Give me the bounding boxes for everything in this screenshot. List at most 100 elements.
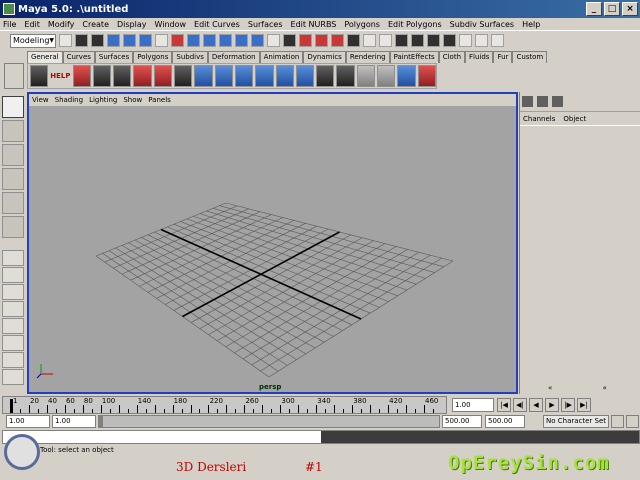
playback-start-field[interactable]: 1.00 (52, 415, 96, 428)
toggle-tool-settings-icon[interactable] (475, 34, 488, 47)
snap-grid-icon[interactable] (283, 34, 296, 47)
dynamics-icon[interactable] (251, 34, 264, 47)
shelf-tab-polygons[interactable]: Polygons (133, 51, 173, 63)
modeling-toolkit-icon[interactable] (30, 65, 49, 87)
shelf-tab-surfaces[interactable]: Surfaces (94, 51, 134, 63)
step-forward-key-button[interactable]: |▶ (561, 398, 575, 412)
handle-icon[interactable] (171, 34, 184, 47)
auto-key-icon[interactable] (611, 415, 624, 428)
single-perspective-layout-icon[interactable] (2, 250, 24, 266)
go-to-end-button[interactable]: ▶| (577, 398, 591, 412)
shelf-tab-fur[interactable]: Fur (493, 51, 513, 63)
select-tool-icon[interactable] (2, 96, 24, 118)
curve-icon[interactable] (203, 34, 216, 47)
make-live-icon[interactable] (347, 34, 360, 47)
lattice-icon[interactable] (356, 65, 375, 87)
menu-create[interactable]: Create (82, 20, 109, 29)
render-view-icon[interactable] (316, 65, 335, 87)
menu-help[interactable]: Help (522, 20, 540, 29)
shelf-tab-dynamics[interactable]: Dynamics (303, 51, 346, 63)
step-back-key-button[interactable]: ◀| (513, 398, 527, 412)
play-forward-button[interactable]: ▶ (545, 398, 559, 412)
shelf-tab-general[interactable]: General (27, 51, 63, 63)
shelf-tab-painteffects[interactable]: PaintEffects (389, 51, 439, 63)
persp-graph-layout-icon[interactable] (2, 301, 24, 317)
select-component-icon[interactable] (139, 34, 152, 47)
revolve-icon[interactable] (92, 65, 112, 87)
scale-tool-icon[interactable] (2, 192, 24, 214)
viewport-menu-lighting[interactable]: Lighting (89, 96, 117, 104)
shelf-tab-curves[interactable]: Curves (62, 51, 95, 63)
toggle-channel-box-icon[interactable] (491, 34, 504, 47)
go-to-start-button[interactable]: |◀ (497, 398, 511, 412)
new-scene-icon[interactable] (59, 34, 72, 47)
menu-display[interactable]: Display (117, 20, 147, 29)
layer-list-icon[interactable] (552, 96, 563, 107)
toggle-attribute-editor-icon[interactable] (459, 34, 472, 47)
lasso-tool-icon[interactable] (2, 120, 24, 142)
script-layout-icon[interactable] (2, 369, 24, 385)
light-icon[interactable] (397, 65, 416, 87)
menu-edit[interactable]: Edit (24, 20, 40, 29)
ipr-render-icon[interactable] (427, 34, 440, 47)
animation-start-field[interactable]: 1.00 (6, 415, 50, 428)
joint-icon[interactable] (187, 34, 200, 47)
shelf-tab-cloth[interactable]: Cloth (438, 51, 466, 63)
cluster-icon[interactable] (376, 65, 396, 87)
shelf-tab-subdivs[interactable]: Subdivs (172, 51, 208, 63)
close-button[interactable]: × (622, 2, 638, 16)
persp-outliner-layout-icon[interactable] (2, 284, 24, 300)
minimize-button[interactable]: _ (586, 2, 602, 16)
channel-list-icon[interactable] (522, 96, 533, 107)
current-time-marker[interactable] (10, 399, 13, 413)
snap-view-icon[interactable] (331, 34, 344, 47)
menu-file[interactable]: File (3, 20, 16, 29)
subdiv-icon[interactable] (295, 65, 315, 87)
render-globals-icon[interactable] (443, 34, 456, 47)
trax-layout-icon[interactable] (2, 352, 24, 368)
playback-end-field[interactable]: 500.00 (442, 415, 482, 428)
paint-effects-icon[interactable] (417, 65, 436, 87)
current-frame-field[interactable]: 1.00 (452, 398, 494, 412)
menu-edit-nurbs[interactable]: Edit NURBS (291, 20, 337, 29)
character-set-select[interactable]: No Character Set (543, 415, 609, 428)
shelf-tab-custom[interactable]: Custom (512, 51, 548, 63)
viewport-menu-panels[interactable]: Panels (148, 96, 171, 104)
maximize-button[interactable]: □ (604, 2, 620, 16)
loft-icon[interactable] (113, 65, 132, 87)
step-back-frame-button[interactable]: ◀ (529, 398, 543, 412)
poly-cube-icon[interactable] (194, 65, 213, 87)
hypershade-icon[interactable] (336, 65, 355, 87)
shelf-tab-deformation[interactable]: Deformation (207, 51, 260, 63)
object-menu[interactable]: Object (563, 115, 586, 123)
open-scene-icon[interactable] (75, 34, 88, 47)
rotate-tool-icon[interactable] (2, 168, 24, 190)
poly-sphere-icon[interactable] (214, 65, 233, 87)
deformer-icon[interactable] (235, 34, 248, 47)
menu-surfaces[interactable]: Surfaces (248, 20, 283, 29)
hypershade-layout-icon[interactable] (2, 318, 24, 334)
channels-menu[interactable]: Channels (523, 115, 555, 123)
poly-cylinder-icon[interactable] (234, 65, 254, 87)
viewport-menu-view[interactable]: View (32, 96, 49, 104)
poly-cone-icon[interactable] (255, 65, 274, 87)
shelf-menu-button[interactable] (4, 63, 24, 89)
perspective-viewport[interactable]: View Shading Lighting Show Panels persp (27, 92, 518, 394)
render-frame-icon[interactable] (411, 34, 424, 47)
surface-icon[interactable] (219, 34, 232, 47)
help-japanese-icon[interactable] (72, 65, 91, 87)
shelf-tab-fluids[interactable]: Fluids (465, 51, 494, 63)
menu-modify[interactable]: Modify (48, 20, 75, 29)
move-tool-icon[interactable] (2, 144, 24, 166)
menu-edit-curves[interactable]: Edit Curves (194, 20, 240, 29)
animation-end-field[interactable]: 500.00 (485, 415, 525, 428)
construction-history-icon[interactable] (395, 34, 408, 47)
time-slider[interactable]: 1 20 40 60 80 100 140 180 220 260 300 340 380 420 460 (2, 396, 447, 414)
range-slider-handle[interactable] (99, 416, 103, 427)
output-ops-icon[interactable] (379, 34, 392, 47)
save-scene-icon[interactable] (91, 34, 104, 47)
poly-plane-icon[interactable] (275, 65, 294, 87)
manipulator-tool-icon[interactable] (2, 216, 24, 238)
ground-grid[interactable] (29, 106, 516, 392)
viewport-menu-show[interactable]: Show (123, 96, 142, 104)
